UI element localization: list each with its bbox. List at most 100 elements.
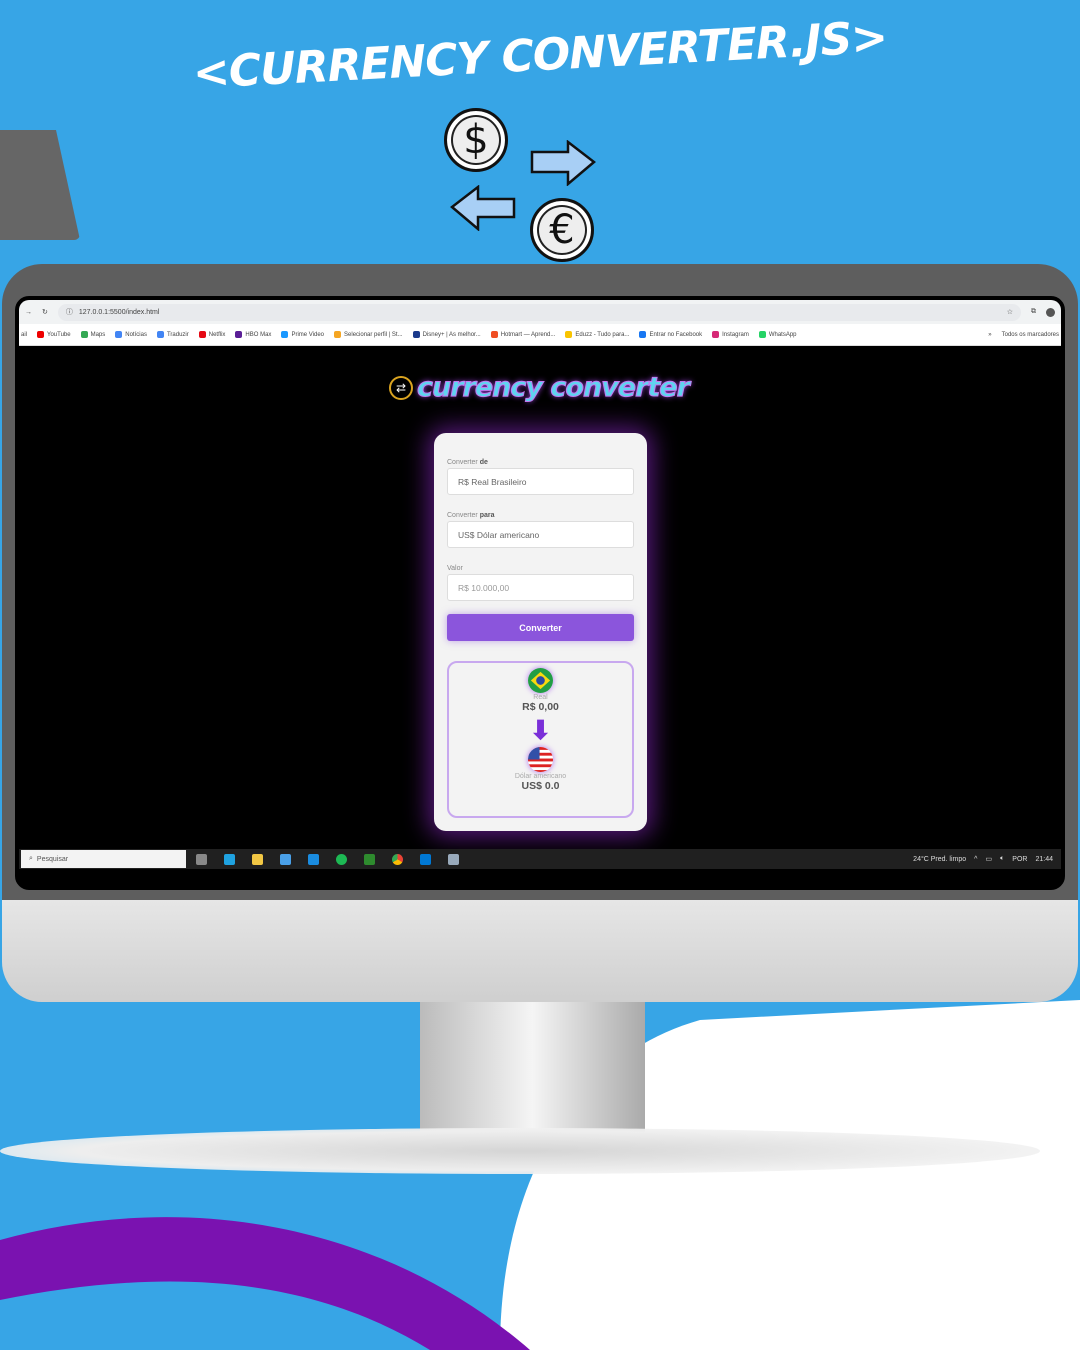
brazil-flag-icon: [528, 668, 553, 693]
arrow-left-icon: [450, 185, 516, 231]
bookmark-label: ail: [21, 331, 28, 338]
bookmark-item[interactable]: ail: [21, 332, 27, 338]
bookmark-favicon-icon: [334, 331, 342, 338]
site-info-icon[interactable]: ⓘ: [66, 307, 73, 317]
bookmark-favicon-icon: [281, 331, 289, 338]
bookmark-label: Traduzir: [166, 331, 189, 338]
bookmark-label: HBO Max: [245, 331, 272, 338]
monitor-screen: → ↻ ⓘ 127.0.0.1:5500/index.html ☆ ⧉ ail Y…: [15, 296, 1065, 890]
network-icon[interactable]: ▭: [985, 855, 992, 863]
bookmark-favicon-icon: [235, 331, 243, 338]
xbox-icon[interactable]: [364, 853, 375, 865]
bookmark-favicon-icon: [712, 331, 720, 338]
language-indicator[interactable]: POR: [1012, 856, 1027, 863]
amount-input[interactable]: R$ 10.000,00: [447, 574, 634, 601]
more-bookmarks-icon[interactable]: »: [988, 332, 991, 338]
bookmark-favicon-icon: [412, 331, 420, 338]
convert-button[interactable]: Converter: [447, 614, 634, 641]
weather-status[interactable]: 24°C Pred. limpo: [913, 856, 966, 863]
bookmark-favicon-icon: [198, 331, 206, 338]
all-bookmarks-folder[interactable]: Todos os marcadores: [1002, 332, 1059, 338]
notepad-icon[interactable]: [448, 853, 459, 865]
arrow-down-icon: ⬇: [529, 715, 552, 745]
arrow-right-icon: [530, 140, 596, 186]
bookmark-favicon-icon: [80, 331, 88, 338]
bookmark-label: Disney+ | As melhor...: [422, 331, 481, 338]
bookmark-label: YouTube: [47, 331, 71, 338]
chrome-icon[interactable]: [392, 853, 403, 865]
windows-taskbar: ⌕ Pesquisar 24°C Pred. limpo ^ ▭ 🔈︎ POR 2…: [19, 849, 1061, 869]
file-explorer-icon[interactable]: [252, 853, 263, 865]
usa-flag-icon: [528, 747, 553, 772]
bookmark-favicon-icon: [115, 331, 123, 338]
background-monitor-shape: [0, 130, 80, 240]
bookmark-favicon-icon: [639, 331, 647, 338]
amount-label: Valor: [447, 565, 463, 572]
bookmark-label: Notícias: [125, 331, 147, 338]
bookmark-item[interactable]: Instagram: [712, 331, 749, 338]
system-tray: 24°C Pred. limpo ^ ▭ 🔈︎ POR 21:44: [913, 855, 1061, 863]
bookmark-star-icon[interactable]: ☆: [1007, 308, 1013, 316]
bookmark-item[interactable]: YouTube: [37, 331, 71, 338]
bookmark-favicon-icon: [156, 331, 164, 338]
bookmark-label: Prime Video: [291, 331, 325, 338]
bookmark-item[interactable]: Selecionar perfil | St...: [334, 331, 403, 338]
profile-avatar[interactable]: [1046, 307, 1055, 317]
from-currency-select[interactable]: R$ Real Brasileiro: [447, 468, 634, 495]
app-logo: ⇄ currency converter: [389, 372, 690, 404]
to-currency-name: Dólar americano: [514, 773, 567, 780]
bookmark-item[interactable]: Entrar no Facebook: [639, 331, 702, 338]
search-placeholder: Pesquisar: [36, 855, 69, 863]
monitor-chin: [2, 900, 1078, 1002]
to-currency-select[interactable]: US$ Dólar americano: [447, 521, 634, 548]
reload-icon[interactable]: ↻: [42, 308, 48, 316]
mail-icon[interactable]: [308, 853, 319, 865]
clock[interactable]: 21:44: [1035, 856, 1053, 863]
converter-card: Converter de R$ Real Brasileiro Converte…: [434, 433, 647, 831]
bookmark-label: Eduzz - Tudo para...: [575, 331, 630, 338]
bookmark-label: Netflix: [208, 331, 226, 338]
bookmark-label: WhatsApp: [768, 331, 797, 338]
result-panel: Real R$ 0,00 ⬇ Dólar americano US$ 0.0: [447, 661, 634, 818]
tray-chevron-icon[interactable]: ^: [974, 856, 977, 863]
bookmark-favicon-icon: [565, 331, 573, 338]
store-icon[interactable]: [280, 853, 291, 865]
browser-toolbar: → ↻ ⓘ 127.0.0.1:5500/index.html ☆ ⧉: [19, 300, 1061, 324]
bookmark-label: Hotmart — Aprend...: [500, 331, 556, 338]
to-currency-value: US$ 0.0: [521, 780, 560, 792]
promo-headline: <CURRENCY CONVERTER.JS>: [191, 11, 889, 100]
search-icon: ⌕: [29, 855, 33, 862]
bookmark-item[interactable]: Prime Video: [281, 331, 324, 338]
bookmark-item[interactable]: Hotmart — Aprend...: [490, 331, 556, 338]
to-label: Converter para: [447, 512, 495, 519]
bookmark-item[interactable]: WhatsApp: [758, 331, 797, 338]
bookmark-item[interactable]: Netflix: [198, 331, 226, 338]
from-currency-value: R$ 0,00: [522, 701, 559, 713]
edge-icon[interactable]: [224, 853, 235, 865]
bookmark-label: Entrar no Facebook: [649, 331, 703, 338]
bookmark-label: Instagram: [722, 331, 749, 338]
extensions-icon[interactable]: ⧉: [1031, 308, 1036, 316]
bookmarks-bar: ail YouTube Maps Notícias Traduzir Netflix HBO…: [19, 324, 1061, 346]
euro-coin-icon: €: [530, 198, 594, 262]
bookmark-favicon-icon: [490, 331, 498, 338]
bookmark-item[interactable]: Disney+ | As melhor...: [412, 331, 481, 338]
bookmark-item[interactable]: Maps: [80, 331, 106, 338]
vscode-icon[interactable]: [420, 853, 431, 865]
bookmark-favicon-icon: [758, 331, 766, 338]
bookmark-favicon-icon: [37, 331, 45, 338]
task-view-icon[interactable]: [196, 853, 207, 865]
taskbar-search[interactable]: ⌕ Pesquisar: [21, 850, 186, 868]
spotify-icon[interactable]: [336, 853, 347, 865]
page-content: ⇄ currency converter Converter de R$ Rea…: [19, 346, 1061, 869]
bookmark-item[interactable]: Notícias: [115, 331, 147, 338]
volume-icon[interactable]: 🔈︎: [1000, 855, 1004, 863]
forward-icon[interactable]: →: [25, 309, 32, 316]
address-bar[interactable]: ⓘ 127.0.0.1:5500/index.html ☆: [57, 303, 1021, 321]
dollar-coin-icon: $: [444, 108, 508, 172]
bookmark-item[interactable]: Traduzir: [156, 331, 189, 338]
background-purple-arc: [0, 1217, 530, 1350]
bookmark-item[interactable]: Eduzz - Tudo para...: [565, 331, 629, 338]
bookmark-label: Maps: [90, 331, 106, 338]
bookmark-item[interactable]: HBO Max: [235, 331, 271, 338]
